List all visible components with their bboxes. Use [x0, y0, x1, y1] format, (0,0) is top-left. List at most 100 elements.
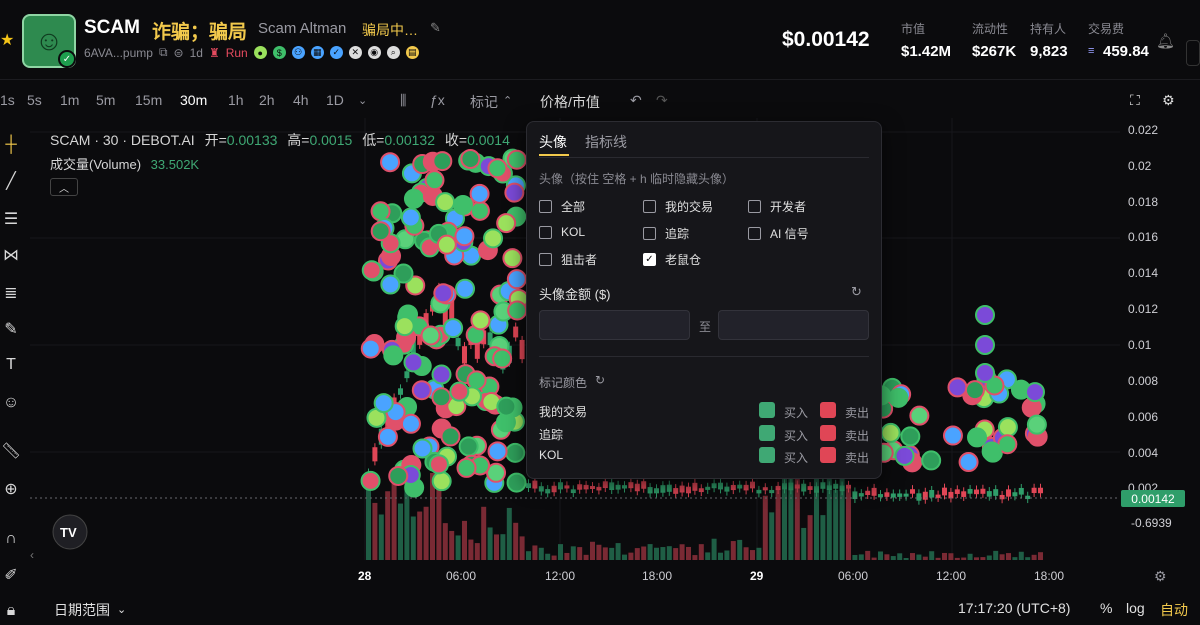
reset-color-icon[interactable]: ↻ [595, 373, 605, 387]
volume-bar [852, 554, 858, 560]
indicators-fx-icon[interactable]: ƒx [430, 92, 445, 108]
volume-bar [449, 530, 455, 560]
tf-4h[interactable]: 4h [293, 92, 309, 108]
checkbox-ai-signal[interactable]: AI 信号 [748, 225, 809, 242]
tf-5m[interactable]: 5m [96, 92, 115, 108]
pill-icon[interactable]: ● [253, 46, 267, 59]
tf-1h[interactable]: 1h [228, 92, 244, 108]
reset-amount-icon[interactable]: ↻ [851, 284, 862, 300]
volume-bar [705, 552, 711, 560]
candle-body [743, 484, 749, 491]
settings-gear-icon[interactable]: ⚙ [1162, 92, 1175, 109]
volume-bar [967, 553, 973, 560]
checkbox-box[interactable] [643, 227, 656, 240]
checkbox-checked-icon[interactable]: ✓ [643, 253, 656, 266]
checkbox-developer[interactable]: 开发者 [748, 198, 806, 215]
fullscreen-icon[interactable]: ⛶ [1130, 92, 1140, 109]
checkbox-box[interactable] [748, 200, 761, 213]
tab-indicator[interactable]: 指标线 [585, 132, 627, 152]
candle-body [538, 486, 544, 492]
axis-settings-gear-icon[interactable]: ⚙ [1154, 568, 1167, 584]
checkbox-rat-trader[interactable]: ✓ 老鼠仓 [643, 251, 701, 268]
check-icon[interactable]: ✓ [329, 46, 343, 59]
volume-bar [929, 551, 935, 560]
candle-body [647, 487, 653, 494]
tf-15m[interactable]: 15m [135, 92, 162, 108]
candle-body [974, 489, 979, 495]
buy-color-swatch[interactable] [759, 447, 775, 463]
x-link-icon[interactable]: ✕ [348, 46, 362, 59]
tf-more-chevron-icon[interactable]: ⌄ [358, 94, 367, 107]
avatar-mark [880, 422, 901, 443]
candle-body [526, 483, 531, 489]
candle-body [910, 489, 915, 494]
date-range-button[interactable]: 日期范围 [54, 600, 110, 620]
checkbox-tracking[interactable]: 追踪 [643, 225, 689, 242]
avatar-mark [373, 393, 394, 414]
marks-menu[interactable]: 标记 [470, 92, 498, 112]
volume-bar [1025, 557, 1031, 560]
auto-toggle[interactable]: 自动 [1160, 600, 1188, 620]
sell-color-swatch[interactable] [820, 447, 836, 463]
current-price: $0.00142 [782, 28, 870, 51]
checkbox-box[interactable] [643, 200, 656, 213]
checkbox-box[interactable] [539, 225, 552, 239]
buy-color-swatch[interactable] [759, 402, 775, 418]
checkbox-kol[interactable]: KOL [539, 225, 585, 239]
lock-icon[interactable]: 🔒︎ [0, 600, 22, 622]
amount-min-input[interactable] [539, 310, 690, 340]
favorite-star-icon[interactable]: ★ [0, 30, 14, 50]
checkbox-box[interactable] [539, 200, 552, 213]
tf-1s[interactable]: 1s [0, 92, 15, 108]
tab-avatar[interactable]: 头像 [539, 132, 567, 152]
avatar-mark [428, 454, 449, 475]
search-icon[interactable]: ⌕ [386, 46, 400, 59]
volume-bar [865, 550, 871, 560]
github-icon[interactable]: ◉ [367, 46, 381, 59]
marks-chevron-up-icon[interactable]: ⌃ [503, 94, 512, 107]
chart-link-icon[interactable]: ▦ [310, 46, 324, 59]
redo-icon[interactable]: ↷ [656, 92, 668, 109]
checkbox-box[interactable] [539, 253, 552, 266]
sell-color-swatch[interactable] [820, 425, 836, 441]
edit-icon[interactable]: ✎ [430, 20, 441, 36]
buy-color-swatch[interactable] [759, 425, 775, 441]
date-range-chevron-icon[interactable]: ⌄ [117, 603, 126, 616]
volume-bar [609, 547, 615, 560]
dollar-icon[interactable]: $ [272, 46, 286, 59]
undo-icon[interactable]: ↶ [630, 92, 642, 109]
checkbox-my-trades[interactable]: 我的交易 [643, 198, 713, 215]
checkbox-all[interactable]: 全部 [539, 198, 585, 215]
x-tick: 28 [358, 569, 372, 583]
log-toggle[interactable]: log [1126, 600, 1145, 616]
copy-icon[interactable]: ⧉ [159, 45, 168, 60]
checkbox-sniper[interactable]: 狙击者 [539, 251, 597, 268]
tab-divider [539, 157, 869, 158]
tf-1m[interactable]: 1m [60, 92, 79, 108]
bell-plus-icon[interactable]: 🔔︎ [1156, 32, 1175, 50]
tf-1d[interactable]: 1D [326, 92, 344, 108]
volume-label: 成交量(Volume) [50, 157, 142, 172]
collapse-legend-chevron-up-icon[interactable]: ︿ [50, 178, 78, 196]
side-panel-toggle[interactable] [1186, 40, 1200, 66]
candle-body [398, 388, 403, 395]
price-mcap-toggle[interactable]: 价格/市值 [540, 92, 600, 112]
avatar-mark [449, 381, 470, 402]
checkbox-box[interactable] [748, 227, 761, 240]
avatar-mark [431, 364, 452, 385]
people-icon[interactable]: ⚇ [291, 46, 305, 59]
volume-bar [820, 515, 826, 560]
tf-30m[interactable]: 30m [180, 92, 207, 108]
volume-bar [378, 514, 384, 560]
percent-toggle[interactable]: % [1100, 600, 1112, 616]
mark-color-label: 标记颜色 [539, 376, 588, 390]
candle-body [846, 484, 851, 489]
candle-type-icon[interactable]: ⫼ [400, 92, 406, 109]
tf-2h[interactable]: 2h [259, 92, 275, 108]
clock-time[interactable]: 17:17:20 (UTC+8) [958, 600, 1070, 616]
sell-color-swatch[interactable] [820, 402, 836, 418]
volume-bar [654, 547, 659, 560]
book-icon[interactable]: ▤ [405, 46, 419, 59]
amount-max-input[interactable] [718, 310, 869, 340]
tf-5s[interactable]: 5s [27, 92, 42, 108]
